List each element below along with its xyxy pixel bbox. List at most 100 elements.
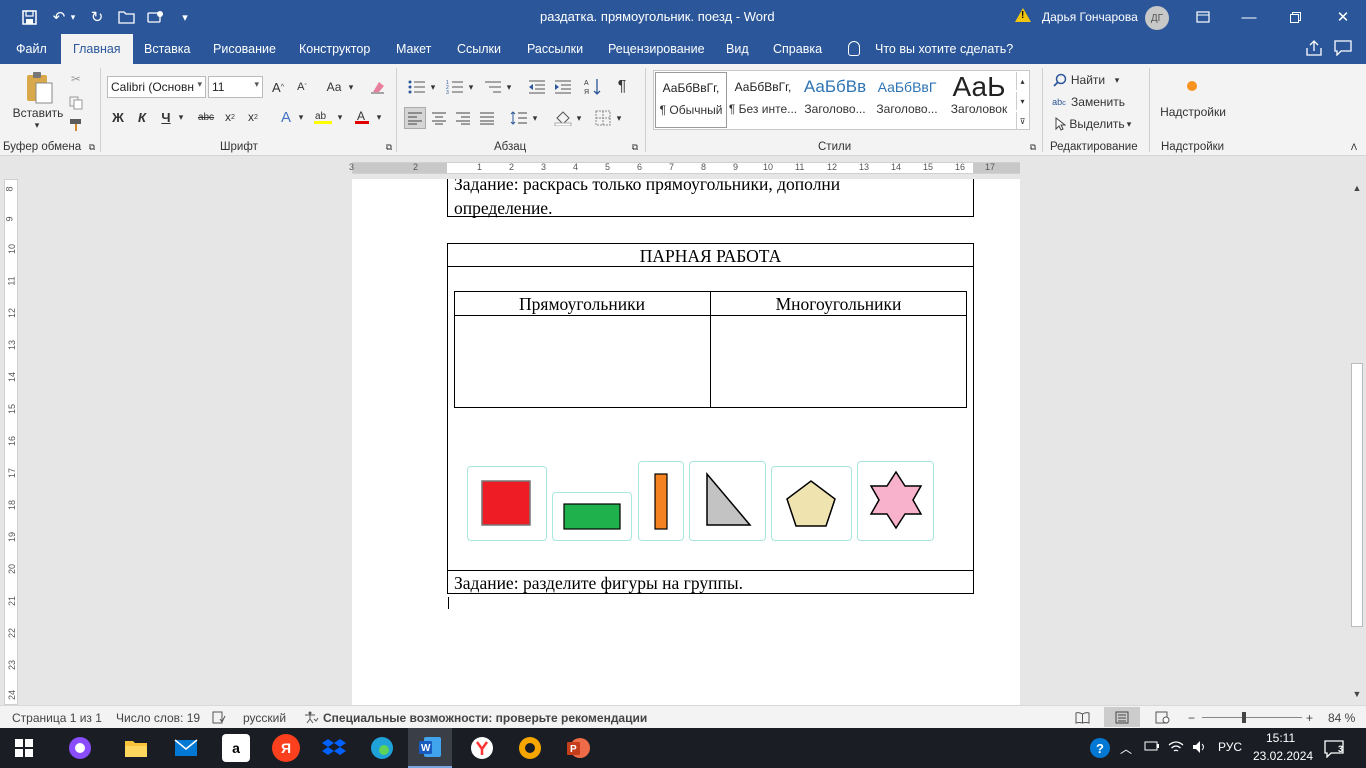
- help-icon[interactable]: ?: [1088, 734, 1112, 762]
- word-count[interactable]: Число слов: 19: [116, 711, 200, 725]
- comments-icon[interactable]: [1334, 40, 1354, 58]
- chevron-down-icon[interactable]: ▾: [530, 107, 540, 129]
- chevron-down-icon[interactable]: ▾: [176, 108, 186, 126]
- document-page[interactable]: Задание: раскрась только прямоугольники,…: [352, 179, 1020, 705]
- ribbon-display-icon[interactable]: [1180, 0, 1226, 34]
- align-right-icon[interactable]: [452, 107, 474, 129]
- column-header-rectangles[interactable]: Прямоугольники: [454, 294, 710, 315]
- tab-design[interactable]: Конструктор: [299, 42, 370, 56]
- style-normal[interactable]: АаБбВвГг, ¶ Обычный: [655, 72, 727, 128]
- decrease-indent-icon[interactable]: [526, 78, 548, 96]
- amazon-icon[interactable]: a: [222, 734, 250, 762]
- page-count[interactable]: Страница 1 из 1: [12, 711, 102, 725]
- line-spacing-icon[interactable]: [508, 107, 530, 129]
- undo-dropdown-icon[interactable]: ▾: [66, 6, 80, 28]
- yandex-icon[interactable]: Я: [272, 734, 300, 762]
- style-heading-2[interactable]: АаБбВвГ Заголово...: [871, 72, 943, 128]
- sort-icon[interactable]: АЯ: [582, 76, 604, 98]
- mail-icon[interactable]: [172, 734, 200, 762]
- styles-up-icon[interactable]: ▴: [1016, 72, 1028, 90]
- styles-launcher-icon[interactable]: ⧉: [1028, 142, 1038, 152]
- chevron-down-icon[interactable]: ▾: [346, 78, 356, 96]
- borders-icon[interactable]: [592, 107, 614, 129]
- polygons-cell[interactable]: [711, 316, 966, 407]
- clipboard-launcher-icon[interactable]: ⧉: [87, 142, 97, 152]
- multilevel-list-icon[interactable]: [482, 78, 504, 96]
- underline-icon[interactable]: Ч: [158, 108, 174, 126]
- addins-button[interactable]: Надстройки: [1156, 104, 1230, 120]
- edge-icon[interactable]: [368, 734, 396, 762]
- copy-icon[interactable]: [66, 94, 86, 112]
- justify-icon[interactable]: [476, 107, 498, 129]
- accessibility-status[interactable]: Специальные возможности: проверьте реком…: [323, 711, 647, 725]
- task-text-top[interactable]: Задание: раскрась только прямоугольники,…: [454, 179, 840, 195]
- avatar[interactable]: ДГ: [1145, 6, 1169, 30]
- font-size-combo[interactable]: 11 ▾: [208, 76, 263, 98]
- warning-icon[interactable]: !: [1015, 8, 1031, 22]
- paste-icon[interactable]: [18, 70, 60, 108]
- tell-me-input[interactable]: Что вы хотите сделать?: [875, 42, 1013, 56]
- chevron-down-icon[interactable]: ▾: [504, 78, 514, 96]
- styles-more-icon[interactable]: ⊽: [1016, 112, 1028, 130]
- yandex-browser-icon[interactable]: [468, 734, 496, 762]
- input-language[interactable]: РУС: [1218, 740, 1242, 754]
- minimize-icon[interactable]: —: [1226, 0, 1272, 34]
- paragraph-launcher-icon[interactable]: ⧉: [630, 142, 640, 152]
- chevron-down-icon[interactable]: ▾: [614, 107, 624, 129]
- tab-view[interactable]: Вид: [726, 42, 749, 56]
- bullets-icon[interactable]: [406, 78, 428, 96]
- chevron-down-icon[interactable]: ▾: [296, 108, 306, 126]
- tab-mailings[interactable]: Рассылки: [527, 42, 583, 56]
- chevron-down-icon[interactable]: ▾: [1112, 72, 1122, 88]
- superscript-icon[interactable]: x2: [244, 108, 262, 126]
- paste-button[interactable]: Вставить: [12, 106, 64, 120]
- close-icon[interactable]: ✕: [1320, 0, 1366, 34]
- align-left-icon[interactable]: [404, 107, 426, 129]
- task-text-bottom[interactable]: Задание: разделите фигуры на группы.: [454, 573, 743, 594]
- wifi-icon[interactable]: [1168, 740, 1184, 757]
- strikethrough-icon[interactable]: abc: [196, 108, 216, 126]
- tab-review[interactable]: Рецензирование: [608, 42, 705, 56]
- numbering-icon[interactable]: 123: [444, 78, 466, 96]
- zoom-slider-thumb[interactable]: [1242, 712, 1246, 723]
- styles-down-icon[interactable]: ▾: [1016, 92, 1028, 110]
- alice-assistant-icon[interactable]: [66, 734, 94, 762]
- shape-card-pentagon[interactable]: [771, 466, 852, 541]
- bold-icon[interactable]: Ж: [110, 108, 126, 126]
- volume-icon[interactable]: [1192, 740, 1208, 757]
- clock-time[interactable]: 15:11: [1266, 731, 1295, 745]
- clear-formatting-icon[interactable]: [368, 78, 388, 96]
- increase-indent-icon[interactable]: [552, 78, 574, 96]
- redo-icon[interactable]: ↻: [84, 6, 110, 28]
- align-center-icon[interactable]: [428, 107, 450, 129]
- addins-icon[interactable]: [1182, 76, 1202, 96]
- shrink-font-icon[interactable]: Aˇ: [293, 78, 311, 96]
- horizontal-ruler[interactable]: 3 2 1 2 3 4 5 6 7 8 9 10 11 12 13 14 15 …: [0, 157, 1366, 179]
- tray-expand-icon[interactable]: ︿: [1120, 740, 1132, 757]
- column-header-polygons[interactable]: Многоугольники: [710, 294, 967, 315]
- shape-card-rectangle[interactable]: [552, 492, 632, 541]
- scroll-up-icon[interactable]: ▲: [1351, 183, 1363, 195]
- shape-card-square[interactable]: [467, 466, 547, 541]
- shape-card-narrow-rectangle[interactable]: [638, 461, 684, 541]
- battery-icon[interactable]: [1144, 740, 1160, 755]
- style-heading-1[interactable]: АаБбВв Заголово...: [799, 72, 871, 128]
- open-folder-icon[interactable]: [113, 6, 139, 28]
- font-name-combo[interactable]: Calibri (Основн ▾: [107, 76, 206, 98]
- chevron-down-icon[interactable]: ▾: [466, 78, 476, 96]
- section-title[interactable]: ПАРНАЯ РАБОТА: [447, 246, 974, 267]
- search-icon[interactable]: [1052, 72, 1068, 88]
- save-icon[interactable]: [16, 6, 42, 28]
- user-name[interactable]: Дарья Гончарова: [1042, 10, 1138, 24]
- subscript-icon[interactable]: x2: [221, 108, 239, 126]
- language-indicator[interactable]: русский: [243, 711, 286, 725]
- chevron-down-icon[interactable]: ▾: [1124, 116, 1134, 132]
- task-text-top-line2[interactable]: определение.: [454, 198, 552, 219]
- highlight-icon[interactable]: ab: [312, 108, 334, 126]
- style-no-spacing[interactable]: АаБбВвГг, ¶ Без инте...: [727, 72, 799, 128]
- format-painter-icon[interactable]: [66, 116, 86, 134]
- dropbox-icon[interactable]: [320, 734, 348, 762]
- proofing-icon[interactable]: [212, 711, 226, 727]
- replace-icon[interactable]: ab c: [1050, 94, 1068, 110]
- tab-layout[interactable]: Макет: [396, 42, 431, 56]
